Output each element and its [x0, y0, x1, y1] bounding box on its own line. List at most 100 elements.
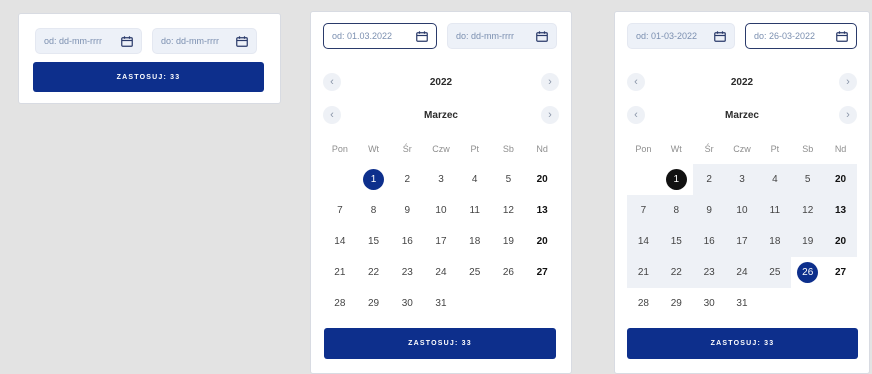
day-cell-in-range[interactable]: 22 [659, 257, 693, 288]
empty-day-cell [791, 288, 824, 319]
chevron-left-icon[interactable]: ‹ [323, 106, 341, 124]
date-to-value: do: dd-mm-rrrr [161, 36, 219, 46]
day-cell-in-range[interactable]: 21 [627, 257, 660, 288]
day-cell[interactable]: 27 [525, 257, 559, 288]
day-cell[interactable]: 30 [693, 288, 726, 319]
chevron-right-icon[interactable]: › [541, 73, 559, 91]
year-label: 2022 [730, 76, 754, 88]
day-cell[interactable]: 8 [357, 195, 391, 226]
chevron-right-icon[interactable]: › [541, 106, 559, 124]
day-cell[interactable]: 26 [492, 257, 526, 288]
day-cell[interactable]: 17 [424, 226, 458, 257]
day-cell-in-range[interactable]: 25 [758, 257, 792, 288]
day-cell[interactable]: 3 [424, 164, 458, 195]
day-cell[interactable]: 20 [525, 164, 559, 195]
date-to-input[interactable]: do: dd-mm-rrrr [152, 28, 257, 54]
day-cell-in-range[interactable]: 14 [627, 226, 660, 257]
date-from-input[interactable]: od: 01.03.2022 [323, 23, 437, 49]
chevron-left-icon[interactable]: ‹ [627, 73, 645, 91]
day-cell-in-range[interactable]: 8 [659, 195, 693, 226]
day-cell-in-range[interactable]: 10 [725, 195, 759, 226]
date-from-input[interactable]: od: 01-03-2022 [627, 23, 735, 49]
day-cell-in-range[interactable]: 15 [659, 226, 693, 257]
day-cell-in-range[interactable]: 11 [758, 195, 792, 226]
day-cell-in-range[interactable]: 20 [824, 226, 857, 257]
empty-day-cell [525, 288, 559, 319]
chevron-right-icon[interactable]: › [839, 73, 857, 91]
day-cell[interactable]: 7 [323, 195, 357, 226]
day-cell[interactable]: 24 [424, 257, 458, 288]
day-cell[interactable]: 13 [525, 195, 559, 226]
chevron-right-icon[interactable]: › [839, 106, 857, 124]
weekday-label: Pt [770, 143, 780, 154]
day-cell-range-start[interactable]: 1 [660, 164, 693, 195]
chevron-left-icon[interactable]: ‹ [627, 106, 645, 124]
day-cell[interactable]: 16 [390, 226, 424, 257]
day-cell-in-range[interactable]: 9 [692, 195, 726, 226]
day-number: 1 [363, 169, 385, 190]
day-cell[interactable]: 29 [357, 288, 391, 319]
day-cell[interactable]: 19 [492, 226, 526, 257]
year-navigator: ‹ 2022 › [323, 73, 559, 91]
day-cell-in-range[interactable]: 24 [725, 257, 759, 288]
day-cell-range-end[interactable]: 26 [791, 257, 824, 288]
day-cell-in-range[interactable]: 3 [725, 164, 759, 195]
calendar-icon[interactable] [236, 35, 248, 47]
day-cell-in-range[interactable]: 23 [692, 257, 726, 288]
day-cell[interactable]: 29 [660, 288, 693, 319]
day-cell-selected[interactable]: 1 [357, 164, 391, 195]
calendar-icon[interactable] [836, 30, 848, 42]
day-cell-in-range[interactable]: 20 [824, 164, 857, 195]
date-to-input[interactable]: do: dd-mm-rrrr [447, 23, 557, 49]
day-cell[interactable]: 31 [726, 288, 759, 319]
calendar-icon[interactable] [536, 30, 548, 42]
day-cell[interactable]: 28 [323, 288, 357, 319]
date-to-value: do: dd-mm-rrrr [456, 31, 514, 41]
day-cell[interactable]: 14 [323, 226, 357, 257]
apply-button[interactable]: ZASTOSUJ: 33 [627, 328, 858, 359]
day-cell[interactable]: 9 [390, 195, 424, 226]
day-cell[interactable]: 25 [458, 257, 492, 288]
day-cell-in-range[interactable]: 18 [758, 226, 792, 257]
weekday-label: Nd [834, 143, 847, 154]
day-cell[interactable]: 28 [627, 288, 660, 319]
day-cell[interactable]: 20 [525, 226, 559, 257]
day-cell-in-range[interactable]: 16 [692, 226, 726, 257]
calendar-icon[interactable] [121, 35, 133, 47]
day-cell[interactable]: 21 [323, 257, 357, 288]
day-cell-in-range[interactable]: 2 [692, 164, 726, 195]
day-cell-in-range[interactable]: 17 [725, 226, 759, 257]
day-cell-in-range[interactable]: 13 [824, 195, 857, 226]
apply-button[interactable]: ZASTOSUJ: 33 [33, 62, 264, 92]
day-cell-in-range[interactable]: 4 [758, 164, 792, 195]
empty-day-cell [458, 288, 492, 319]
empty-day-cell [323, 164, 357, 195]
day-cell[interactable]: 4 [458, 164, 492, 195]
day-cell[interactable]: 18 [458, 226, 492, 257]
calendar-icon[interactable] [714, 30, 726, 42]
day-cell-in-range[interactable]: 19 [791, 226, 825, 257]
date-filter-collapsed: od: dd-mm-rrrr do: dd-mm-rrrr ZASTOSUJ: … [18, 13, 281, 104]
date-filter-calendar-range: od: 01-03-2022 do: 26-03-2022 ‹ 2022 › ‹… [614, 11, 870, 374]
apply-button[interactable]: ZASTOSUJ: 33 [324, 328, 556, 359]
date-from-input[interactable]: od: dd-mm-rrrr [35, 28, 142, 54]
day-cell[interactable]: 22 [357, 257, 391, 288]
chevron-left-icon[interactable]: ‹ [323, 73, 341, 91]
day-cell[interactable]: 5 [492, 164, 526, 195]
calendar-icon[interactable] [416, 30, 428, 42]
day-cell[interactable]: 11 [458, 195, 492, 226]
day-cell[interactable]: 27 [824, 257, 857, 288]
day-cell[interactable]: 15 [357, 226, 391, 257]
day-cell-in-range[interactable]: 7 [627, 195, 660, 226]
day-cell[interactable]: 12 [492, 195, 526, 226]
day-cell[interactable]: 23 [390, 257, 424, 288]
calendar-grid: Pon Wt Śr Czw Pt Sb Nd 1 2 3 4 5 20 7 8 … [323, 133, 559, 319]
weekday-label: Pt [470, 143, 479, 154]
day-cell[interactable]: 10 [424, 195, 458, 226]
day-cell-in-range[interactable]: 12 [791, 195, 825, 226]
day-cell[interactable]: 30 [390, 288, 424, 319]
day-cell[interactable]: 2 [390, 164, 424, 195]
day-cell[interactable]: 31 [424, 288, 458, 319]
day-cell-in-range[interactable]: 5 [791, 164, 825, 195]
date-to-input[interactable]: do: 26-03-2022 [745, 23, 857, 49]
